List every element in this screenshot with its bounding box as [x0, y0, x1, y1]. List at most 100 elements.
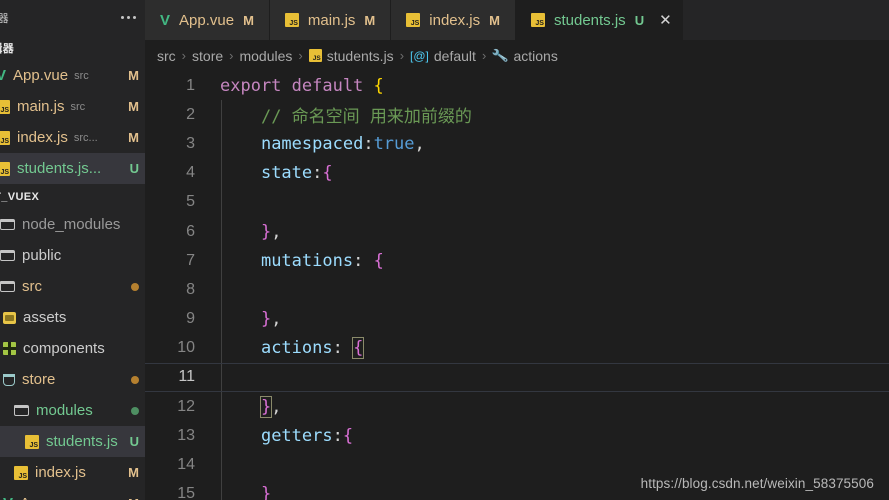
- breadcrumb-item[interactable]: store: [192, 48, 223, 64]
- line-number: 13: [177, 426, 195, 444]
- open-editor-item[interactable]: JS students.js... U: [0, 153, 145, 184]
- folder-icon: [0, 250, 15, 261]
- js-icon: JS: [530, 13, 545, 27]
- explorer-header: 理器: [0, 0, 145, 35]
- code-text: getters:{: [207, 426, 353, 446]
- code-line[interactable]: 2 // 命名空间 用来加前缀的: [145, 100, 889, 130]
- editor-tab[interactable]: V App.vue M: [145, 0, 270, 40]
- file-tree-label: public: [22, 247, 62, 264]
- file-tree-label: modules: [36, 402, 93, 419]
- code-token: :: [332, 338, 354, 359]
- code-line[interactable]: 9 },: [145, 304, 889, 334]
- code-text: state:{: [207, 163, 333, 183]
- code-line[interactable]: 1 export default {: [145, 71, 889, 100]
- git-change-dot: [131, 375, 139, 384]
- code-line[interactable]: 7 mutations: {: [145, 246, 889, 276]
- assets-icon: [3, 311, 16, 324]
- breadcrumb-label: store: [192, 47, 224, 64]
- tab-status-badge: U: [634, 12, 645, 28]
- indent-guide: [221, 100, 222, 130]
- breadcrumb-item[interactable]: JS students.js: [308, 48, 394, 64]
- file-tree-item[interactable]: public: [0, 240, 145, 271]
- code-token: :: [332, 425, 343, 446]
- breadcrumb-item[interactable]: src: [157, 48, 176, 64]
- code-lines[interactable]: 1 export default {2 // 命名空间 用来加前缀的 3 names…: [145, 71, 889, 500]
- code-line[interactable]: 3 namespaced:true,: [145, 129, 889, 159]
- tab-bar-filler: [682, 0, 889, 40]
- line-number: 1: [186, 76, 195, 94]
- open-editor-item[interactable]: V App.vue src M: [0, 60, 145, 91]
- code-line[interactable]: 4 state:{: [145, 158, 889, 188]
- code-line[interactable]: 11: [145, 362, 889, 393]
- indent-guide: [221, 421, 222, 451]
- code-line[interactable]: 13 getters:{: [145, 421, 889, 451]
- open-editor-name: main.js: [17, 98, 65, 115]
- editor-tab[interactable]: JS main.js M: [269, 0, 392, 40]
- code-text: namespaced:true,: [207, 134, 425, 154]
- indent-guide: [221, 392, 222, 422]
- code-token: }: [260, 309, 272, 330]
- breadcrumb-item[interactable]: modules: [239, 48, 292, 64]
- js-icon: JS: [406, 13, 421, 27]
- file-tree-label: App.vue: [20, 495, 75, 500]
- close-icon[interactable]: ✕: [659, 13, 672, 28]
- code-token: {: [342, 425, 354, 446]
- open-editor-item[interactable]: JS main.js src M: [0, 91, 145, 122]
- code-token: actions: [260, 338, 333, 359]
- indent-guide: [221, 129, 222, 159]
- file-tree-item[interactable]: components: [0, 333, 145, 364]
- git-status-badge: U: [129, 161, 139, 176]
- file-tree: node_modulespublic src assets components sto…: [0, 209, 145, 500]
- editor-tab[interactable]: JS students.js U ✕: [515, 0, 683, 40]
- code-token: ,: [271, 221, 282, 242]
- file-tree-item[interactable]: modules: [0, 395, 145, 426]
- indent-guide: [221, 304, 222, 334]
- ellipsis-icon[interactable]: [121, 16, 136, 19]
- file-tree-item[interactable]: JS index.js M: [0, 457, 145, 488]
- file-tree-item[interactable]: store: [0, 364, 145, 395]
- code-line[interactable]: 12 },: [145, 392, 889, 422]
- file-tree-label: assets: [23, 309, 67, 326]
- tab-label: App.vue: [179, 11, 235, 29]
- git-change-dot: [131, 406, 139, 415]
- explorer-title: 理器: [0, 12, 10, 25]
- breadcrumb-item[interactable]: 🔧 actions: [491, 46, 558, 64]
- code-editor[interactable]: 1 export default {2 // 命名空间 用来加前缀的 3 names…: [145, 71, 889, 500]
- file-tree-item[interactable]: JS students.js U: [0, 426, 145, 457]
- code-text: },: [207, 221, 282, 242]
- project-section-header[interactable]: ENT_VUEX: [0, 184, 145, 209]
- breadcrumb-label: actions: [513, 47, 558, 64]
- open-editor-name: students.js...: [17, 160, 102, 177]
- open-editor-name: index.js: [17, 129, 68, 146]
- file-tree-item[interactable]: src: [0, 271, 145, 302]
- store-icon: [3, 373, 15, 386]
- code-token: ,: [271, 309, 282, 330]
- file-tree-item[interactable]: V App.vue M: [0, 488, 145, 500]
- file-tree-item[interactable]: node_modules: [0, 209, 145, 240]
- code-line[interactable]: 8: [145, 275, 889, 305]
- code-text: // 命名空间 用来加前缀的: [207, 102, 472, 127]
- open-editors-section-header[interactable]: 编辑器: [0, 35, 145, 60]
- breadcrumb-item[interactable]: [@] default: [410, 48, 476, 64]
- code-line[interactable]: 10 actions: {: [145, 333, 889, 363]
- line-number: 15: [177, 485, 195, 500]
- vue-icon: V: [0, 67, 7, 84]
- code-line[interactable]: 6 },: [145, 216, 889, 247]
- vue-icon: V: [3, 496, 13, 500]
- folder-icon: [0, 219, 15, 230]
- open-editor-item[interactable]: JS index.js src... M: [0, 122, 145, 153]
- file-tree-item[interactable]: assets: [0, 302, 145, 333]
- code-token: }: [260, 484, 272, 500]
- editor-tab[interactable]: JS index.js M: [391, 0, 516, 40]
- code-line[interactable]: 5: [145, 187, 889, 217]
- file-tree-label: components: [23, 340, 105, 357]
- breadcrumb-separator-icon: ›: [229, 48, 234, 63]
